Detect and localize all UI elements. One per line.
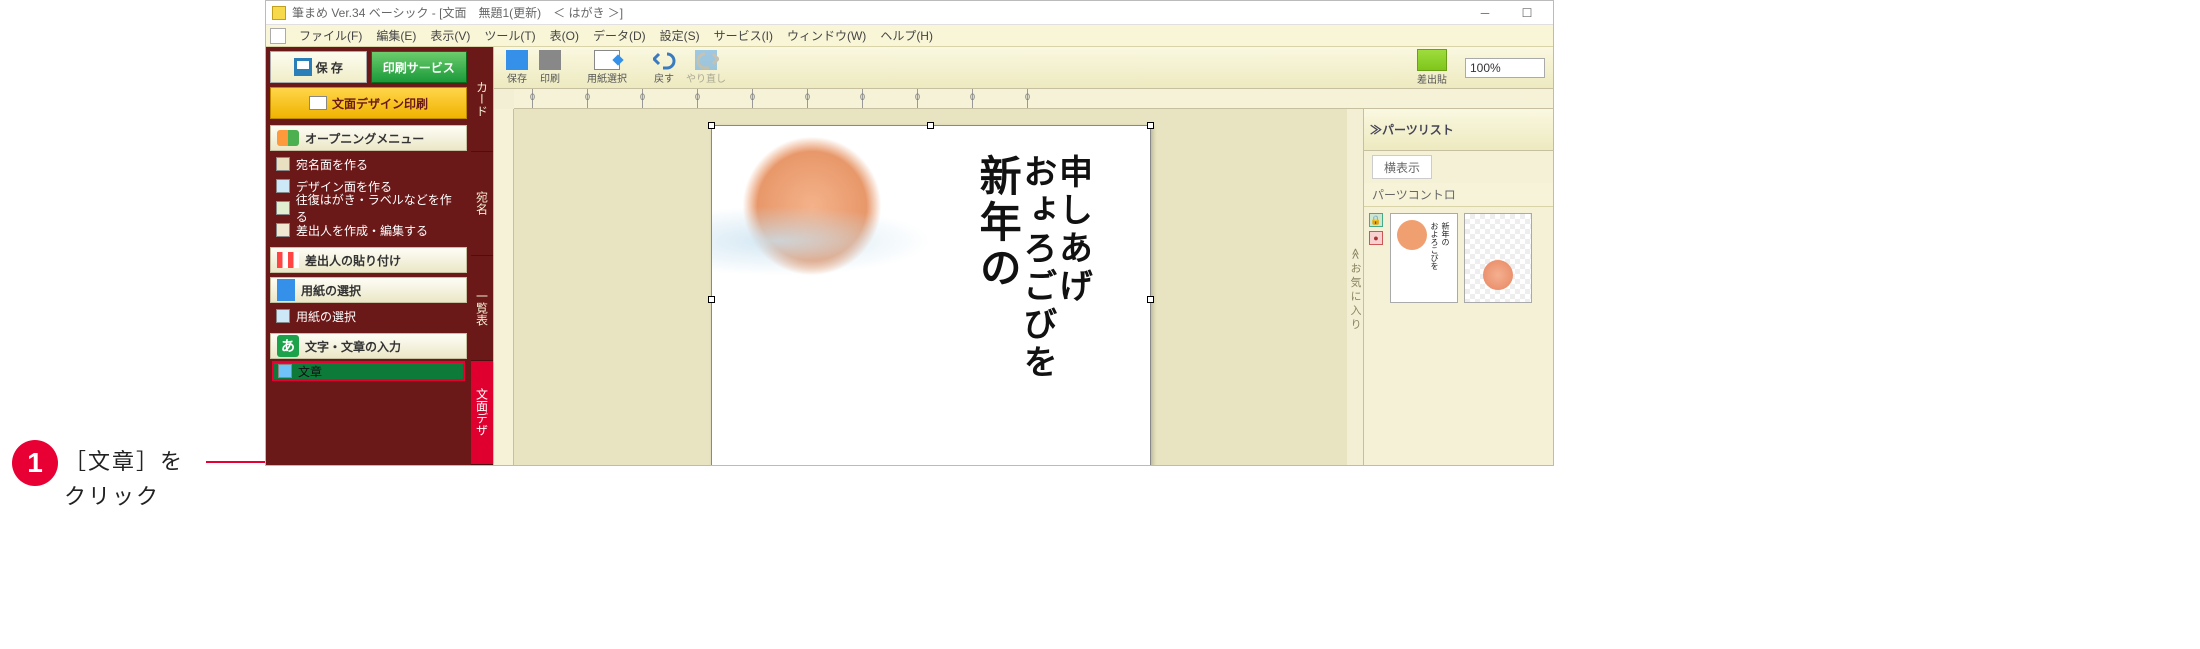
resize-handle[interactable]	[1147, 296, 1154, 303]
printer-icon	[309, 96, 327, 110]
app-icon	[272, 6, 286, 20]
paper-item-select[interactable]: 用紙の選択	[270, 305, 467, 327]
vtab-card[interactable]: カード	[471, 47, 493, 152]
left-panel: 保 存 印刷サービス 文面デザイン印刷 オープニングメニュー 宛名面を作る デザ…	[266, 47, 471, 465]
menu-window[interactable]: ウィンドウ(W)	[780, 26, 873, 46]
toolbar-print-button[interactable]: 印刷	[535, 48, 565, 87]
parts-control-label: パーツコントロ	[1364, 183, 1553, 207]
resize-handle[interactable]	[708, 296, 715, 303]
app-window: 筆まめ Ver.34 ベーシック - [文面 無題1(更新) ＜ はがき ＞] …	[265, 0, 1554, 466]
callout-text: ［文章］を クリック	[64, 444, 184, 514]
lock-icon[interactable]: 🔒	[1369, 213, 1383, 227]
print-service-button[interactable]: 印刷サービス	[371, 51, 468, 83]
print-icon	[539, 50, 561, 70]
thumb-text: 新年のおよろこびを	[1429, 222, 1451, 270]
menu-help[interactable]: ヘルプ(H)	[873, 26, 940, 46]
text-input-icon: あ	[277, 335, 299, 357]
cloud-graphic	[712, 206, 932, 276]
parts-list-title: ≫パーツリスト	[1370, 121, 1454, 138]
toolbar-paper-button[interactable]: 用紙選択	[583, 48, 631, 87]
canvas[interactable]: 申しあげ おょろごびを 新年の	[514, 109, 1347, 465]
menu-file[interactable]: ファイル(F)	[292, 26, 369, 46]
vertical-tab-strip: カード 宛名 一覧表 文面デザ	[471, 47, 493, 465]
titlebar: 筆まめ Ver.34 ベーシック - [文面 無題1(更新) ＜ はがき ＞] …	[266, 1, 1553, 25]
ruler-horizontal	[514, 89, 1553, 109]
menu-table[interactable]: 表(O)	[543, 26, 586, 46]
resize-handle[interactable]	[1147, 122, 1154, 129]
paper-small-icon	[276, 309, 290, 323]
toolbar-save-button[interactable]: 保存	[502, 48, 532, 87]
paper-select-icon	[594, 50, 620, 70]
minimize-button[interactable]: ─	[1465, 4, 1505, 22]
zoom-input[interactable]: 100%	[1465, 58, 1545, 78]
thumbnail-2[interactable]	[1464, 213, 1532, 303]
maximize-button[interactable]: ☐	[1507, 4, 1547, 22]
doc-icon	[276, 157, 290, 171]
redo-icon	[695, 50, 717, 70]
menu-edit[interactable]: 編集(E)	[369, 26, 423, 46]
vtab-address[interactable]: 宛名	[471, 152, 493, 257]
opening-item-reply-label[interactable]: 往復はがき・ラベルなどを作る	[270, 197, 467, 219]
brush-text: 申しあげ おょろごびを 新年の	[974, 154, 1089, 465]
section-paper-select[interactable]: 用紙の選択	[270, 277, 467, 303]
thumb-controls: 🔒 ●	[1368, 213, 1384, 245]
callout-connector	[206, 461, 274, 463]
resize-handle[interactable]	[927, 122, 934, 129]
section-sender-paste[interactable]: 差出人の貼り付け	[270, 247, 467, 273]
text-item-sentence[interactable]: 文章	[272, 361, 465, 381]
sentence-icon	[278, 364, 292, 378]
record-icon[interactable]: ●	[1369, 231, 1383, 245]
toolbar-redo-button: やり直し	[682, 48, 730, 87]
thumb-flower-icon	[1483, 260, 1513, 290]
page-object[interactable]: 申しあげ おょろごびを 新年の	[711, 125, 1151, 465]
vtab-design[interactable]: 文面デザ	[471, 361, 493, 466]
toolbar: 保存 印刷 用紙選択 戻す やり直し 差出貼	[494, 47, 1553, 89]
person-icon	[276, 223, 290, 237]
sender-paste-icon	[277, 252, 299, 268]
save-disk-icon	[506, 50, 528, 70]
thumb-sun-icon	[1397, 220, 1427, 250]
menu-view[interactable]: 表示(V)	[423, 26, 477, 46]
thumbnail-1[interactable]: 新年のおよろこびを	[1390, 213, 1458, 303]
section-text-input[interactable]: あ 文字・文章の入力	[270, 333, 467, 359]
vtab-list[interactable]: 一覧表	[471, 256, 493, 361]
sticky-icon	[1417, 49, 1447, 71]
menubar-icon	[270, 28, 286, 44]
save-icon	[294, 58, 312, 76]
right-panel: ≫パーツリスト 横表示 パーツコントロ 🔒 ● 新年のおよろこびを	[1363, 109, 1553, 465]
menu-settings[interactable]: 設定(S)	[653, 26, 707, 46]
toolbar-sticky-button[interactable]: 差出貼	[1417, 49, 1447, 86]
opening-menu-icon	[277, 130, 299, 146]
design-print-button[interactable]: 文面デザイン印刷	[270, 87, 467, 119]
ruler-vertical	[494, 109, 514, 465]
paper-icon	[277, 279, 295, 301]
toolbar-undo-button[interactable]: 戻す	[649, 48, 679, 87]
image-icon	[276, 179, 290, 193]
menubar: ファイル(F) 編集(E) 表示(V) ツール(T) 表(O) データ(D) 設…	[266, 25, 1553, 47]
window-title: 筆まめ Ver.34 ベーシック - [文面 無題1(更新) ＜ はがき ＞]	[292, 4, 1463, 21]
callout-badge: 1	[12, 440, 58, 486]
center-area: 保存 印刷 用紙選択 戻す やり直し 差出貼	[493, 47, 1553, 465]
undo-icon	[653, 50, 675, 70]
favorites-label[interactable]: ≪お気に入り	[1347, 109, 1363, 465]
menu-data[interactable]: データ(D)	[586, 26, 653, 46]
section-opening-menu[interactable]: オープニングメニュー	[270, 125, 467, 151]
menu-service[interactable]: サービス(I)	[707, 26, 780, 46]
parts-list-subtab[interactable]: 横表示	[1372, 155, 1432, 179]
save-button[interactable]: 保 存	[270, 51, 367, 83]
menu-tool[interactable]: ツール(T)	[477, 26, 542, 46]
resize-handle[interactable]	[708, 122, 715, 129]
postcard-icon	[276, 201, 290, 215]
opening-item-addressee[interactable]: 宛名面を作る	[270, 153, 467, 175]
